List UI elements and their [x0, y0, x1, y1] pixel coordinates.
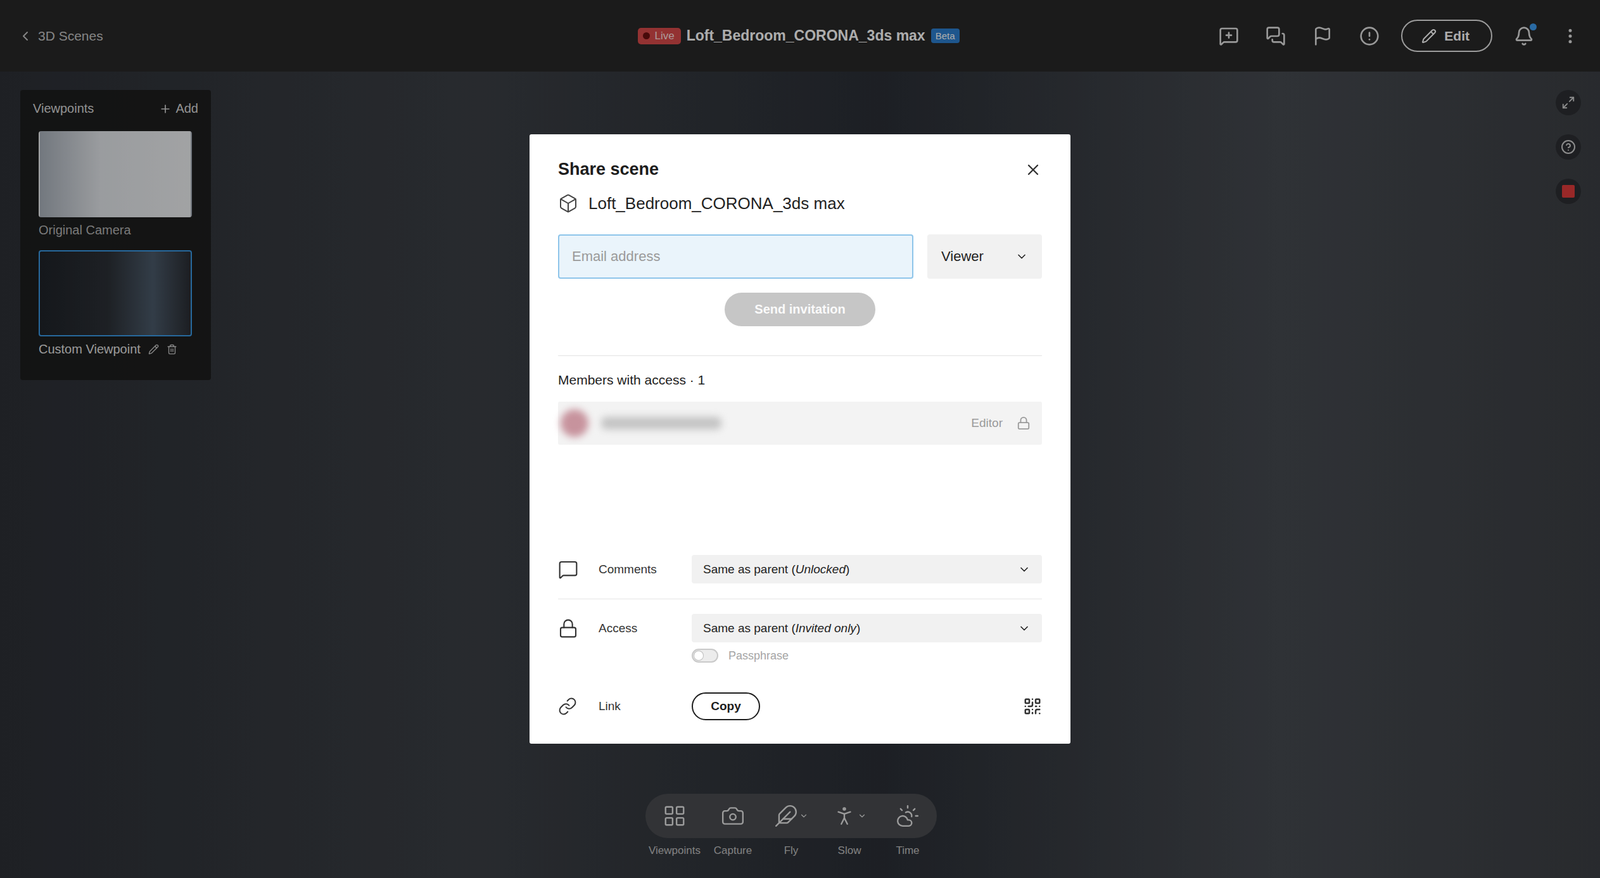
- access-icon: [558, 613, 599, 643]
- link-row: LinkCopy: [558, 691, 1042, 721]
- member-avatar: [560, 409, 589, 438]
- toggle-knob: [694, 651, 704, 661]
- divider: [558, 355, 1042, 356]
- member-name-blurred: [601, 416, 722, 430]
- chevron-down-icon: [1017, 563, 1031, 576]
- lock-icon: [1016, 416, 1031, 431]
- dialog-header: Share scene: [558, 159, 1042, 180]
- chevron-down-icon: [1015, 250, 1029, 263]
- member-row: Editor: [558, 401, 1042, 445]
- comments-icon: [558, 554, 599, 584]
- share-dialog: Share scene Loft_Bedroom_CORONA_3ds max Vi…: [529, 134, 1071, 744]
- send-invitation-button[interactable]: Send invitation: [724, 292, 876, 327]
- member-role: Editor: [971, 416, 1031, 431]
- cube-icon: [558, 193, 579, 214]
- link-icon: [558, 691, 599, 721]
- role-select[interactable]: Viewer: [927, 234, 1042, 279]
- setting-value: Same as parent (Invited only) Passphrase: [691, 613, 1042, 663]
- chevron-down-icon: [1017, 622, 1031, 635]
- members-title: Members with access · 1: [558, 372, 1042, 388]
- dialog-title: Share scene: [558, 159, 659, 180]
- email-input[interactable]: [558, 234, 914, 279]
- link-label: Link: [598, 691, 692, 721]
- invite-row: Viewer: [558, 234, 1042, 279]
- passphrase-toggle[interactable]: [691, 648, 719, 663]
- passphrase-row: Passphrase: [691, 648, 1042, 663]
- app: 3D ScenesLiveLoft_Bedroom_CORONA_3ds max…: [0, 0, 1600, 878]
- modal-backdrop: Share scene Loft_Bedroom_CORONA_3ds max Vi…: [0, 0, 1600, 878]
- setting-row: AccessSame as parent (Invited only) Passp…: [558, 599, 1042, 663]
- passphrase-label: Passphrase: [728, 649, 789, 663]
- member-identity: [560, 409, 722, 438]
- setting-label: Comments: [598, 554, 692, 584]
- close-button[interactable]: [1024, 160, 1042, 179]
- scene-row: Loft_Bedroom_CORONA_3ds max: [558, 193, 1042, 214]
- scene-name: Loft_Bedroom_CORONA_3ds max: [588, 193, 845, 214]
- setting-row: CommentsSame as parent (Unlocked): [558, 554, 1042, 600]
- qr-code-button[interactable]: [1022, 696, 1042, 716]
- setting-select[interactable]: Same as parent (Invited only): [691, 613, 1042, 643]
- setting-label: Access: [598, 613, 692, 643]
- close-icon: [1024, 160, 1042, 179]
- copy-link-button[interactable]: Copy: [691, 692, 761, 721]
- setting-value: Same as parent (Unlocked): [691, 554, 1042, 584]
- setting-select[interactable]: Same as parent (Unlocked): [691, 554, 1042, 584]
- share-settings: CommentsSame as parent (Unlocked)AccessS…: [558, 554, 1042, 721]
- qr-code-icon: [1022, 696, 1042, 716]
